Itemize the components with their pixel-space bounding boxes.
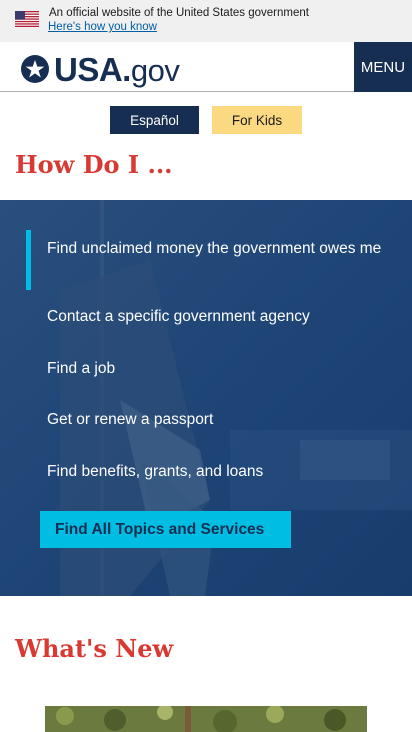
topic-link[interactable]: Find unclaimed money the government owes… [47,240,387,257]
foliage-image [45,706,367,732]
how-do-i-heading: How Do I ... [15,150,173,179]
us-flag-icon [15,11,39,27]
whats-new-heading: What's New [15,634,174,663]
topic-link[interactable]: Find benefits, grants, and loans [47,463,387,480]
active-topic-indicator [26,230,31,290]
official-site-text: An official website of the United States… [49,7,309,19]
menu-button[interactable]: MENU [354,42,412,92]
topic-link[interactable]: Get or renew a passport [47,411,387,428]
topic-link[interactable]: Find a job [47,360,387,377]
all-topics-button[interactable]: Find All Topics and Services [40,511,291,548]
star-circle-logo-icon [21,55,49,83]
news-image[interactable] [45,706,367,732]
logo-suffix-text: gov [130,52,180,88]
official-gov-banner: An official website of the United States… [0,0,412,42]
topic-link[interactable]: Contact a specific government agency [47,308,387,325]
logo-wordmark: USA.gov [54,50,180,88]
for-kids-button[interactable]: For Kids [212,106,302,134]
logo-main-text: USA. [54,50,131,88]
espanol-button[interactable]: Español [110,106,199,134]
how-you-know-link[interactable]: Here's how you know [48,21,157,33]
usagov-logo[interactable]: USA.gov [20,50,180,88]
how-do-i-hero: Find unclaimed money the government owes… [0,200,412,596]
site-header: USA.gov MENU [0,42,412,92]
